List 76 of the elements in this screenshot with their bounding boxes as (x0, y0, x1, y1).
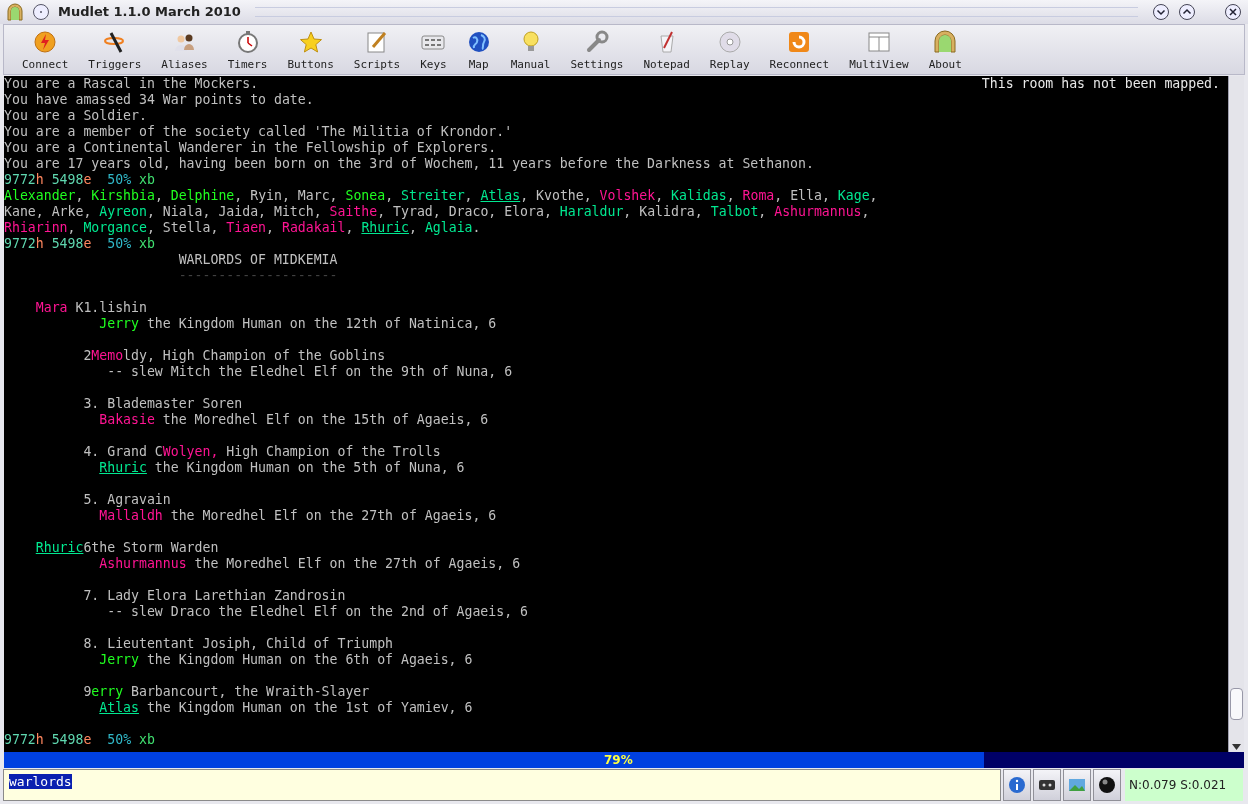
console-line: Jerry the Kingdom Human on the 6th of Agaeis, 6 (99, 652, 473, 667)
menu-circle-icon[interactable] (32, 3, 50, 21)
console-line: 5. Agravain (83, 492, 171, 507)
toolbar-button[interactable]: Aliases (151, 30, 218, 71)
scroll-down-icon[interactable] (1232, 744, 1241, 750)
console-line: You are 17 years old, having been born on the 3rd of Wochem, 11 years before the Darkness at Sethanon. (4, 156, 814, 171)
minimize-icon[interactable] (1152, 3, 1170, 21)
scroll-thumb[interactable] (1230, 688, 1243, 720)
console-line: You are a Continental Wanderer in the Fellowship of Explorers. (4, 140, 497, 155)
window-title: Mudlet 1.1.0 March 2010 (58, 3, 241, 22)
toolbar-button[interactable]: Triggers (78, 30, 152, 71)
map-note: This room has not been mapped. (981, 76, 1220, 92)
console-line: WARLORDS OF MIDKEMIA (178, 252, 338, 267)
console-line: 2Memoldy, High Champion of the Goblins (83, 348, 386, 363)
wand-icon (102, 30, 127, 54)
console-line: You have amassed 34 War points to date. (4, 92, 314, 107)
toolbar-button[interactable]: Notepad (633, 30, 700, 71)
ball-icon (1098, 776, 1116, 794)
pencil-paper-icon (365, 30, 389, 54)
toolbar-button[interactable]: Settings (560, 30, 634, 71)
console-line: Atlas the Kingdom Human on the 1st of Yamiev, 6 (99, 700, 473, 715)
command-input[interactable]: warlords (3, 769, 1001, 801)
stopwatch-icon (235, 30, 260, 54)
toolbar-button[interactable]: Map (456, 30, 501, 71)
icon-button[interactable] (1033, 769, 1061, 801)
scrollbar[interactable] (1228, 76, 1244, 752)
console-line: You are a member of the society called 'The Militia of Krondor.' (4, 124, 513, 139)
icon-button[interactable] (1093, 769, 1121, 801)
arch-icon (933, 30, 958, 54)
console-line: Mallaldh the Moredhel Elf on the 27th of Agaeis, 6 (99, 508, 497, 523)
maximize-icon[interactable] (1178, 3, 1196, 21)
toolbar-button[interactable]: Scripts (343, 30, 411, 71)
console-line: Rhuric the Kingdom Human on the 5th of Nuna, 6 (99, 460, 465, 475)
console-line: -------------------- (178, 268, 338, 283)
console-line: 9772h 5498e 50% xb (4, 172, 155, 187)
globe-icon (466, 30, 491, 54)
console-line: You are a Soldier. (4, 108, 147, 123)
console-line: 7. Lady Elora Larethian Zandrosin (83, 588, 346, 603)
console-line: Rhiarinn, Morgance, Stella, Tiaen, Radakail, Rhuric, Aglaia. (4, 220, 481, 235)
wrench-icon (584, 30, 609, 54)
disc-icon (717, 30, 742, 54)
arch-icon (6, 3, 24, 21)
toolbar-button[interactable]: Buttons (277, 30, 344, 71)
progress-label: 79% (604, 752, 633, 768)
console-line: 4. Grand CWolyen, High Champion of the Trolls (83, 444, 441, 459)
console-line: 9772h 5498e 50% xb (4, 732, 155, 747)
console-line: 9772h 5498e 50% xb (4, 236, 155, 251)
status-readout: N:0.079 S:0.021 (1125, 769, 1243, 801)
close-icon[interactable] (1224, 3, 1242, 21)
console-line: Kane, Arke, Ayreon, Niala, Jaida, Mitch, Saithe, Tyrad, Draco, Elora, Haraldur, Kalidra, Talbot, Ashurmannus, (4, 204, 870, 219)
toolbar-button[interactable]: About (918, 30, 972, 71)
console-line: You are a Rascal in the Mockers. (4, 76, 259, 91)
lightning-icon (33, 30, 58, 54)
landscape-icon (1068, 776, 1086, 794)
console-line: 8. Lieutentant Josiph, Child of Triumph (83, 636, 394, 651)
info-icon (1008, 776, 1026, 794)
toolbar-button[interactable]: Replay (699, 30, 760, 71)
refresh-icon (787, 30, 812, 54)
console-line: Mara K1.lishin (35, 300, 147, 315)
window-icon (866, 30, 891, 54)
console-line: 3. Blademaster Soren (83, 396, 243, 411)
star-icon (298, 30, 323, 54)
console-line: -- slew Draco the Eledhel Elf on the 2nd of Agaeis, 6 (107, 604, 528, 619)
console-line: Ashurmannus the Moredhel Elf on the 27th of Agaeis, 6 (99, 556, 521, 571)
console-line: Jerry the Kingdom Human on the 12th of Natinica, 6 (99, 316, 497, 331)
console-line: Bakasie the Moredhel Elf on the 15th of Agaeis, 6 (99, 412, 489, 427)
toolbar-button[interactable]: Connect (12, 30, 79, 71)
toolbar-button[interactable]: Reconnect (759, 30, 840, 71)
console-line: Alexander, Kirshbia, Delphine, Ryin, Marc, Sonea, Streiter, Atlas, Kvothe, Volshek, Kalidas, Roma, Ella, Kage, (4, 188, 878, 203)
toolbar-button[interactable]: MultiView (839, 30, 919, 71)
toolbar-button[interactable]: Keys (410, 30, 457, 71)
toolbar-button[interactable]: Timers (217, 30, 278, 71)
toolbar-button[interactable]: Manual (500, 30, 561, 71)
console-line: 9erry Barbancourt, the Wraith-Slayer (83, 684, 370, 699)
console-line: Rhuric6the Storm Warden (35, 540, 219, 555)
console-line: -- slew Mitch the Eledhel Elf on the 9th of Nuna, 6 (107, 364, 513, 379)
